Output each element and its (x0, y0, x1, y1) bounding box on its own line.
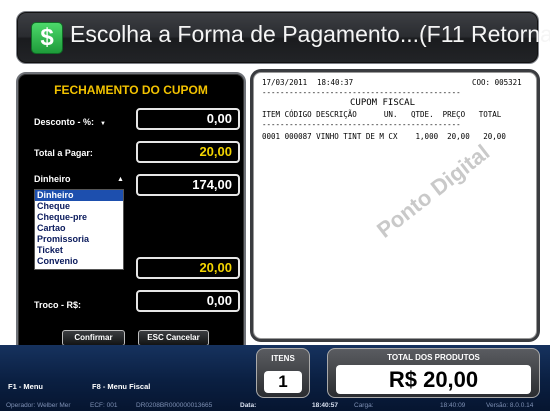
receipt-time: 18:40:37 (317, 78, 354, 87)
receipt-columns: ITEM CÓDIGO DESCRIÇÃO UN. QTDE. PREÇO TO… (262, 110, 502, 119)
option-convenio[interactable]: Convenio (35, 256, 123, 267)
receipt-line-item: 0001 000087 VINHO TINT DE M CX 1,000 20,… (262, 132, 506, 141)
desconto-field[interactable]: 0,00 (136, 108, 240, 130)
total-label: TOTAL DOS PRODUTOS (387, 353, 480, 362)
panel-title: FECHAMENTO DO CUPOM (54, 83, 208, 97)
valor-recebido-field: 20,00 (136, 257, 240, 279)
troco-label: Troco - R$: (34, 300, 82, 310)
option-ticket[interactable]: Ticket (35, 245, 123, 256)
forma-pagamento-select[interactable]: Dinheiro (34, 174, 126, 189)
total-pagar-label: Total a Pagar: (34, 148, 93, 158)
payment-options-list[interactable]: Dinheiro Cheque Cheque-pre Cartao Promis… (34, 189, 124, 270)
receipt-coo: COO: 005321 (472, 78, 522, 87)
title-bar: $ Escolha a Forma de Pagamento...(F11 Re… (16, 11, 550, 64)
serial-text: DR0208BR000000013665 (136, 402, 213, 409)
option-cheque-pre[interactable]: Cheque-pre (35, 212, 123, 223)
total-pagar-field: 20,00 (136, 141, 240, 163)
operador-text: Operador: Welber Mer (6, 402, 71, 409)
watermark: Ponto Digital (372, 139, 495, 243)
option-cheque[interactable]: Cheque (35, 201, 123, 212)
cancel-button[interactable]: ESC Cancelar (138, 330, 209, 346)
receipt-date: 17/03/2011 (262, 78, 308, 87)
dollar-icon: $ (31, 22, 63, 54)
items-value: 1 (264, 371, 302, 393)
f8-menu-fiscal-shortcut[interactable]: F8 - Menu Fiscal (92, 382, 150, 391)
f1-menu-shortcut[interactable]: F1 - Menu (8, 382, 43, 391)
carga-time: 18:40:09 (440, 402, 466, 409)
ecf-text: ECF: 001 (90, 402, 118, 409)
option-dinheiro[interactable]: Dinheiro (35, 190, 123, 201)
chevron-down-icon[interactable]: ▼ (100, 121, 106, 127)
items-counter: ITENS 1 (256, 348, 310, 398)
items-label: ITENS (271, 354, 295, 363)
valor-pago-field[interactable]: 174,00 (136, 174, 240, 196)
receipt-divider: ----------------------------------------… (262, 88, 461, 97)
carga-label: Carga: (354, 402, 374, 409)
total-produtos: TOTAL DOS PRODUTOS R$ 20,00 (327, 348, 540, 398)
desconto-label: Desconto - %: ▼ (34, 117, 106, 127)
chevron-up-icon[interactable]: ▲ (117, 176, 124, 183)
option-promissoria[interactable]: Promissoria (35, 234, 123, 245)
receipt-heading: CUPOM FISCAL (350, 98, 416, 108)
data-time: 18:40:57 (312, 402, 339, 409)
versao-text: Versão: 8.0.0.14 (486, 402, 534, 409)
receipt-panel: 17/03/2011 18:40:37 COO: 005321 --------… (253, 72, 537, 339)
window-title: Escolha a Forma de Pagamento...(F11 Reto… (70, 21, 550, 47)
receipt-divider: ----------------------------------------… (262, 120, 461, 129)
fechamento-panel: FECHAMENTO DO CUPOM Desconto - %: ▼ 0,00 … (16, 72, 246, 359)
data-label: Data: (240, 402, 257, 409)
troco-field: 0,00 (136, 290, 240, 312)
total-value: R$ 20,00 (336, 365, 531, 394)
option-cartao[interactable]: Cartao (35, 223, 123, 234)
confirm-button[interactable]: Confirmar (62, 330, 125, 346)
